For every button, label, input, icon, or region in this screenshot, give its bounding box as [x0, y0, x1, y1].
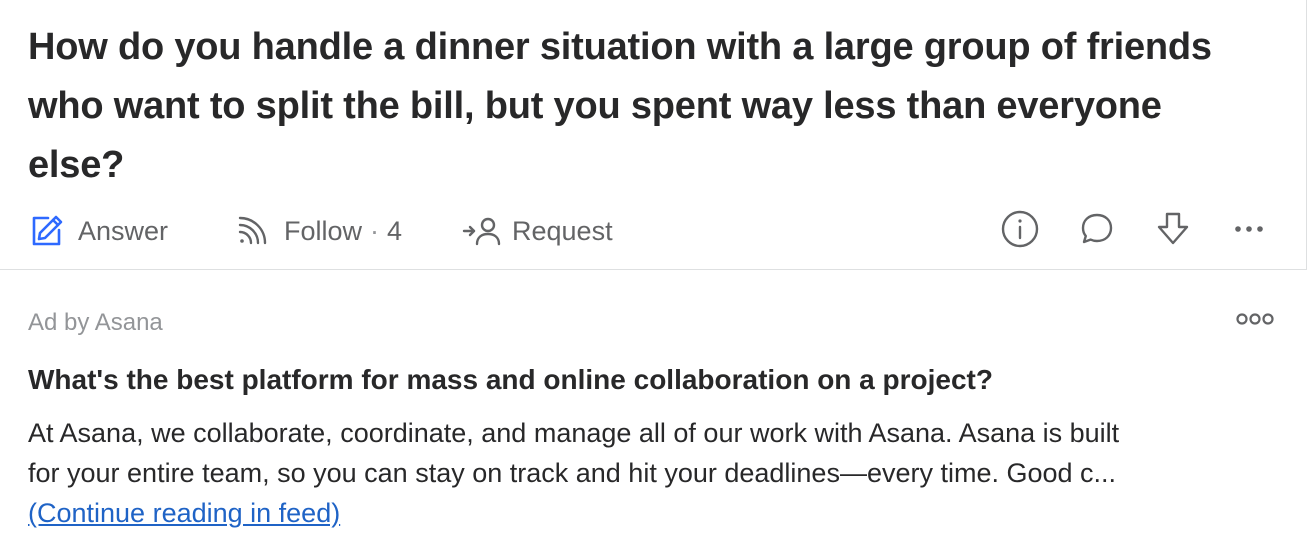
comment-button[interactable] — [1076, 210, 1118, 252]
ad-card: Ad by Asana What's the best platform for… — [0, 271, 1308, 556]
question-title[interactable]: How do you handle a dinner situation wit… — [28, 18, 1268, 195]
more-button[interactable] — [1228, 210, 1270, 252]
follow-label: Follow — [284, 215, 363, 246]
follow-separator: · — [370, 215, 380, 246]
question-action-bar: Answer Follow · 4 Request — [28, 206, 1278, 256]
request-label: Request — [512, 215, 613, 246]
ad-body-line-1: At Asana, we collaborate, coordinate, an… — [28, 418, 1120, 448]
ad-more-button[interactable] — [1232, 307, 1278, 335]
downvote-button[interactable] — [1152, 210, 1194, 252]
downvote-arrow-icon — [1153, 209, 1193, 254]
follow-count: 4 — [387, 215, 403, 246]
more-dots-icon — [1229, 209, 1269, 254]
info-button[interactable] — [999, 210, 1041, 252]
ad-body: At Asana, we collaborate, coordinate, an… — [28, 413, 1278, 533]
continue-reading-link[interactable]: (Continue reading in feed) — [28, 498, 340, 528]
more-options-icon — [1234, 311, 1276, 332]
pencil-edit-icon — [28, 213, 64, 249]
request-person-icon — [462, 213, 502, 249]
answer-button[interactable]: Answer — [28, 206, 168, 256]
request-button[interactable]: Request — [462, 206, 613, 256]
comment-bubble-icon — [1078, 210, 1116, 253]
ad-body-line-2: for your entire team, so you can stay on… — [28, 458, 1117, 488]
rss-follow-icon — [234, 213, 270, 249]
ad-title[interactable]: What's the best platform for mass and on… — [28, 362, 1278, 398]
question-card: How do you handle a dinner situation wit… — [0, 0, 1307, 270]
follow-button[interactable]: Follow · 4 — [234, 206, 402, 256]
info-circle-icon — [1000, 209, 1040, 254]
answer-label: Answer — [78, 215, 169, 246]
ad-label: Ad by Asana — [28, 309, 163, 336]
